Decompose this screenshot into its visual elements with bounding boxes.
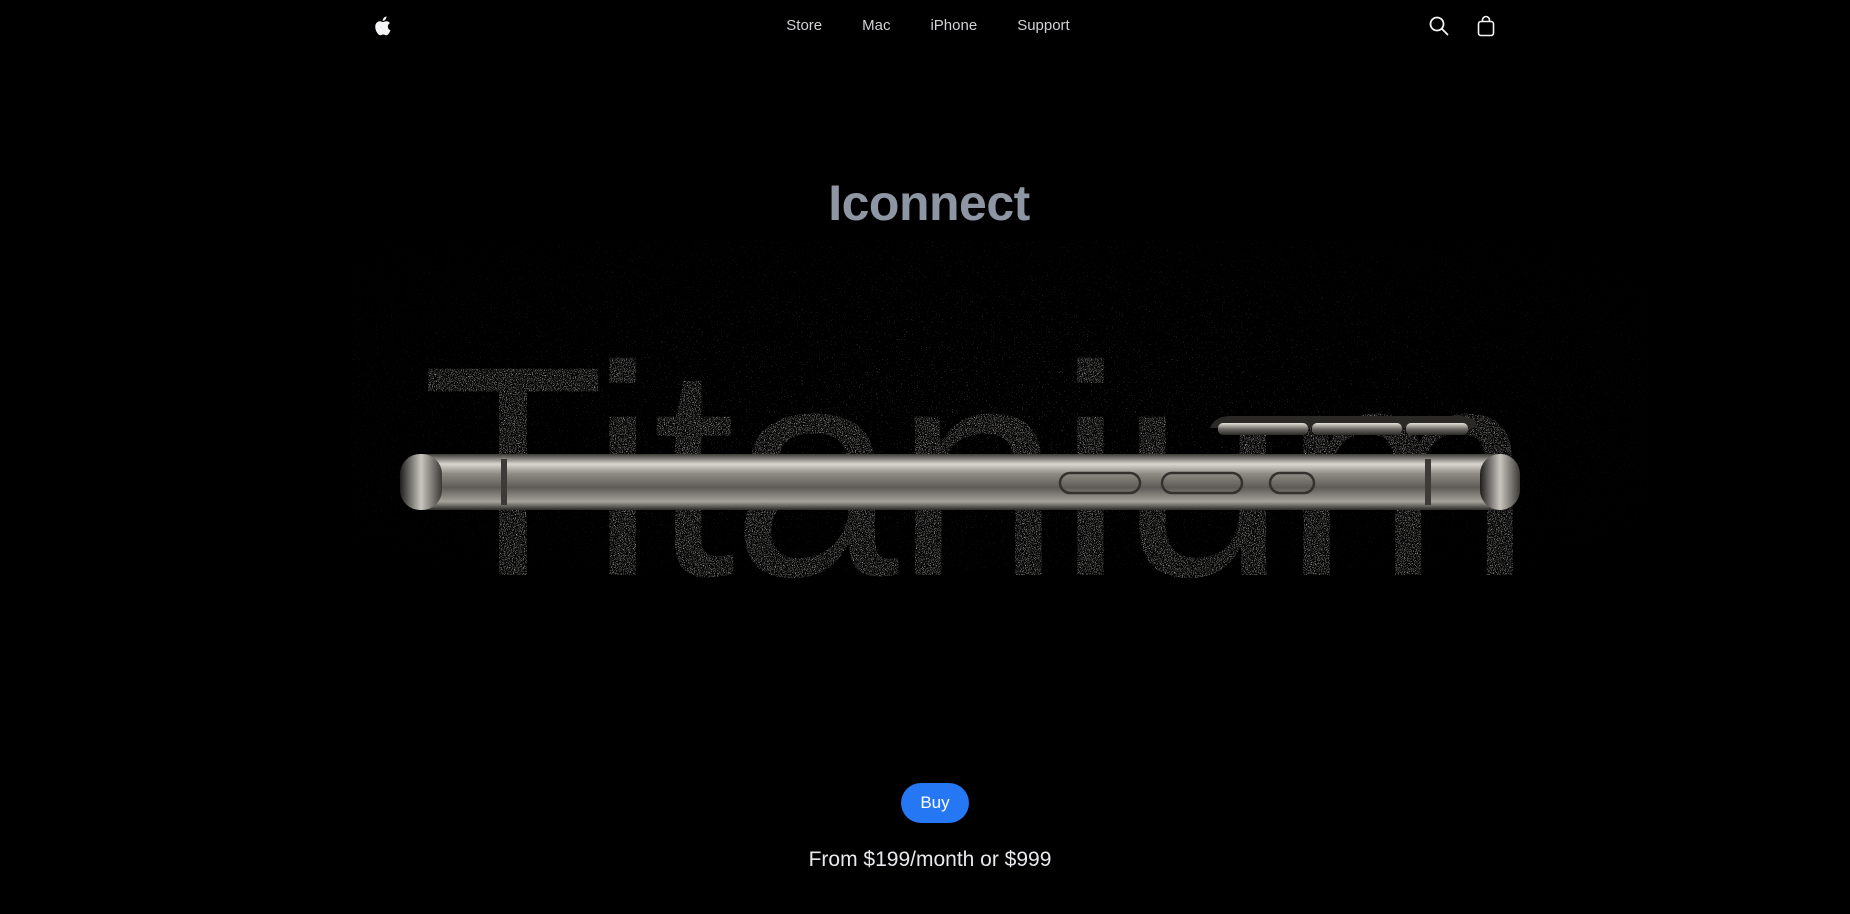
phone-body xyxy=(400,454,1520,510)
price-text: From $199/month or $999 xyxy=(808,848,1052,871)
nav-link-iphone[interactable]: iPhone xyxy=(930,17,977,35)
search-icon[interactable] xyxy=(1428,15,1450,37)
hero-title: Iconnect xyxy=(828,175,1030,231)
buy-button[interactable]: Buy xyxy=(901,783,969,823)
global-nav: Store Mac iPhone Support xyxy=(0,0,1850,52)
nav-link-store[interactable]: Store xyxy=(786,17,822,35)
nav-links: Store Mac iPhone Support xyxy=(0,17,1850,35)
page: Store Mac iPhone Support Iconnect Titani… xyxy=(0,0,1850,914)
camera-bump xyxy=(1210,416,1478,435)
nav-link-mac[interactable]: Mac xyxy=(862,17,890,35)
bag-icon[interactable] xyxy=(1475,15,1497,37)
nav-link-support[interactable]: Support xyxy=(1017,17,1070,35)
hero-image: Titanium xyxy=(350,240,1650,639)
